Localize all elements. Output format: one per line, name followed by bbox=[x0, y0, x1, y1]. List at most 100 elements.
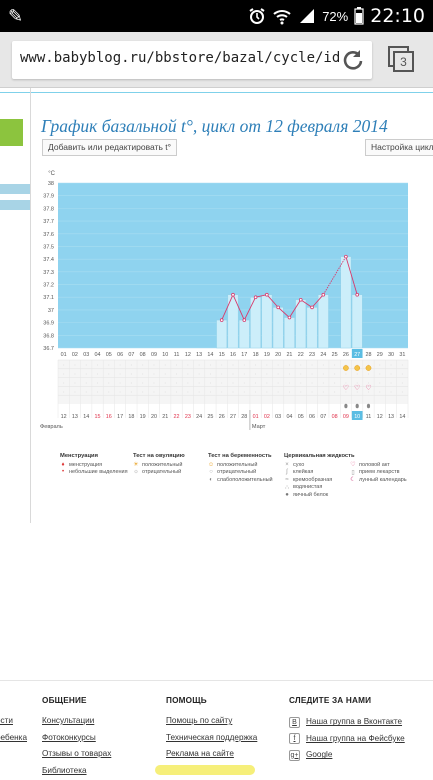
empty-marker bbox=[131, 374, 132, 375]
google-link[interactable]: g+Google bbox=[289, 747, 405, 764]
empty-marker bbox=[266, 383, 267, 384]
empty-marker bbox=[86, 365, 87, 366]
empty-marker bbox=[368, 374, 369, 375]
empty-marker bbox=[278, 383, 279, 384]
reload-icon[interactable] bbox=[340, 47, 366, 73]
empty-marker bbox=[187, 365, 188, 366]
empty-marker bbox=[74, 392, 75, 393]
footer-link[interactable]: Помощь по сайту bbox=[166, 714, 257, 731]
footer-link[interactable]: Реклама на сайте bbox=[166, 747, 257, 764]
month-label: Февраль bbox=[40, 424, 63, 430]
footer-link[interactable]: Фотоконкурсы bbox=[42, 731, 111, 748]
empty-marker bbox=[323, 374, 324, 375]
empty-marker bbox=[142, 365, 143, 366]
data-point bbox=[356, 293, 359, 296]
date-label: 06 bbox=[309, 414, 315, 420]
footer-link[interactable]: Отзывы о товарах bbox=[42, 747, 111, 764]
legend-cervical-fluid: Цервикальная жидкость ×сухо ∫клейкая ≈кр… bbox=[284, 453, 355, 499]
empty-marker bbox=[244, 374, 245, 375]
y-axis-label: °C bbox=[48, 171, 55, 177]
google-plus-icon: g+ bbox=[289, 750, 300, 761]
footer-link[interactable]: Библиотека bbox=[42, 764, 111, 780]
sidebar-green-block[interactable] bbox=[0, 119, 23, 146]
sun-icon: ☀ bbox=[133, 461, 139, 468]
footer-heading: ПОМОЩЬ bbox=[166, 696, 257, 705]
footer-link[interactable]: ребенка bbox=[0, 731, 27, 748]
top-divider bbox=[0, 92, 433, 93]
empty-marker bbox=[97, 383, 98, 384]
battery-icon bbox=[354, 7, 364, 25]
date-label: 13 bbox=[388, 414, 394, 420]
empty-marker bbox=[176, 392, 177, 393]
empty-marker bbox=[176, 374, 177, 375]
empty-marker bbox=[334, 383, 335, 384]
empty-marker bbox=[108, 392, 109, 393]
x-tick-label: 01 bbox=[61, 352, 67, 358]
empty-marker bbox=[199, 392, 200, 393]
alarm-icon bbox=[248, 7, 266, 25]
status-bar: ✎ 72% 22:10 bbox=[0, 0, 433, 32]
y-tick-label: 37.6 bbox=[43, 232, 54, 238]
empty-marker bbox=[153, 383, 154, 384]
legend-item: ●яичный белок bbox=[284, 491, 355, 499]
legend-item: ☼отрицательный bbox=[133, 469, 185, 477]
empty-marker bbox=[108, 365, 109, 366]
legend-item: ▯прием лекарств bbox=[350, 469, 407, 477]
data-point bbox=[254, 296, 257, 299]
legend-item: ∫клейкая bbox=[284, 469, 355, 477]
empty-marker bbox=[142, 392, 143, 393]
cycle-settings-button[interactable]: Настройка цикла bbox=[365, 139, 433, 156]
date-label: 01 bbox=[253, 414, 259, 420]
empty-marker bbox=[142, 383, 143, 384]
empty-marker bbox=[312, 392, 313, 393]
moon-icon: ☾ bbox=[350, 476, 356, 483]
small-drop-icon: • bbox=[60, 469, 66, 475]
empty-marker bbox=[210, 374, 211, 375]
tabs-icon[interactable]: 3 bbox=[386, 44, 416, 74]
temperature-bar bbox=[296, 300, 306, 348]
empty-marker bbox=[63, 374, 64, 375]
legend-header: Тест на овуляцию bbox=[133, 453, 185, 459]
y-tick-label: 37.4 bbox=[43, 257, 54, 263]
empty-marker bbox=[63, 392, 64, 393]
y-tick-label: 37.1 bbox=[43, 295, 54, 301]
empty-marker bbox=[86, 392, 87, 393]
vk-link[interactable]: BНаша группа в Вконтакте bbox=[289, 714, 405, 731]
legend-header: Цервикальная жидкость bbox=[284, 453, 355, 459]
date-label: 03 bbox=[275, 414, 281, 420]
footer-link[interactable]: Техническая поддержка bbox=[166, 731, 257, 748]
empty-marker bbox=[153, 365, 154, 366]
empty-marker bbox=[176, 383, 177, 384]
date-label: 28 bbox=[241, 414, 247, 420]
x-tick-label: 19 bbox=[264, 352, 270, 358]
legend-item: ☺положительный bbox=[208, 461, 273, 469]
sun-icon bbox=[343, 365, 348, 370]
empty-marker bbox=[300, 374, 301, 375]
footer-heading: СЛЕДИТЕ ЗА НАМИ bbox=[289, 696, 405, 705]
edit-temperature-button[interactable]: Добавить или редактировать t° bbox=[42, 139, 177, 156]
x-tick-label: 02 bbox=[72, 352, 78, 358]
empty-marker bbox=[334, 365, 335, 366]
empty-marker bbox=[74, 374, 75, 375]
date-label: 18 bbox=[128, 414, 134, 420]
neutral-icon: ○ bbox=[208, 469, 214, 475]
address-bar[interactable]: www.babyblog.ru/bbstore/bazal/cycle/id13… bbox=[12, 41, 372, 79]
x-tick-label: 14 bbox=[207, 352, 213, 358]
facebook-link[interactable]: fНаша группа на Фейсбуке bbox=[289, 731, 405, 748]
footer-link[interactable]: Консультации bbox=[42, 714, 111, 731]
empty-marker bbox=[97, 365, 98, 366]
empty-marker bbox=[74, 365, 75, 366]
empty-marker bbox=[300, 383, 301, 384]
empty-marker bbox=[244, 365, 245, 366]
url-text[interactable]: www.babyblog.ru/bbstore/bazal/cycle/id13… bbox=[20, 50, 340, 66]
footer-link[interactable]: ости bbox=[0, 714, 27, 731]
x-tick-label: 29 bbox=[377, 352, 383, 358]
temperature-bar bbox=[262, 295, 272, 348]
data-point bbox=[311, 306, 314, 309]
legend-item: •небольшие выделения bbox=[60, 469, 128, 477]
sidebar-blue-bar bbox=[0, 184, 30, 194]
date-label: 16 bbox=[106, 414, 112, 420]
empty-marker bbox=[402, 365, 403, 366]
vk-icon: B bbox=[289, 717, 300, 728]
empty-marker bbox=[233, 392, 234, 393]
